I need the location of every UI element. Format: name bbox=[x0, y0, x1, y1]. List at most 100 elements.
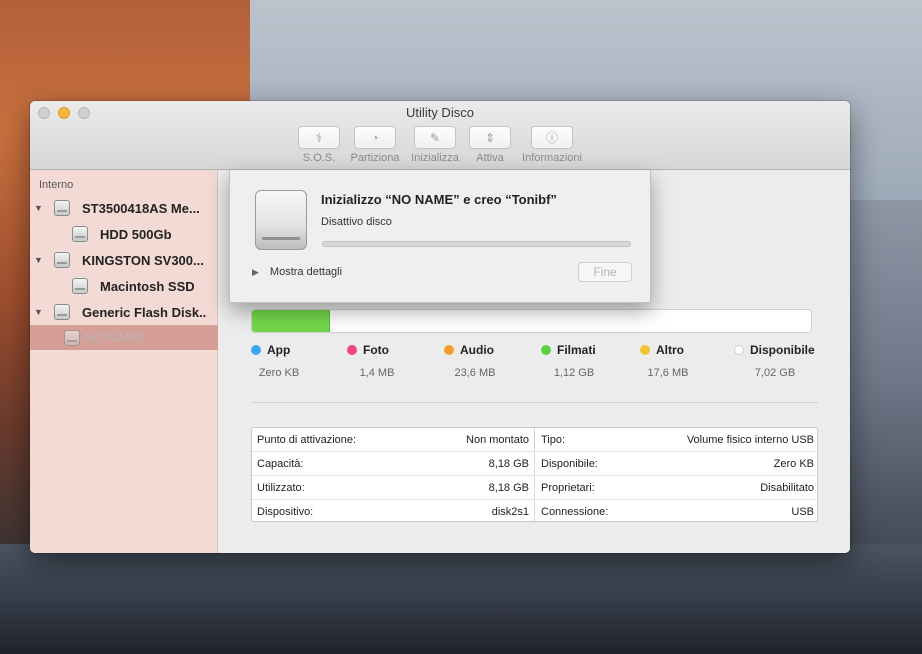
legend-name: Audio bbox=[460, 343, 494, 357]
show-details-toggle[interactable]: ▶ Mostra dettagli bbox=[252, 266, 342, 278]
info-value: 8,18 GB bbox=[488, 457, 529, 470]
legend-name: Disponibile bbox=[750, 343, 815, 357]
mount-label: Attiva bbox=[476, 152, 504, 164]
table-row: Punto di attivazione: Non montato bbox=[252, 428, 534, 452]
sos-button[interactable]: ⚕ S.O.S. bbox=[297, 126, 341, 164]
table-row: Capacità: 8,18 GB bbox=[252, 452, 534, 476]
info-value: USB bbox=[791, 506, 814, 518]
info-column-right: Tipo: Volume fisico interno USB Disponibi… bbox=[536, 428, 819, 521]
partition-label: Partiziona bbox=[350, 152, 400, 164]
erase-icon: ✎ bbox=[429, 130, 441, 145]
info-label: Disponibile: bbox=[541, 457, 598, 470]
info-label: Tipo: bbox=[541, 433, 566, 446]
legend-name: Altro bbox=[656, 343, 684, 357]
disclosure-triangle-icon[interactable]: ▼ bbox=[34, 307, 44, 317]
legend-disponibile: Disponibile 7,02 GB bbox=[734, 341, 816, 379]
done-button[interactable]: Fine bbox=[578, 262, 632, 282]
info-value: 8,18 GB bbox=[488, 481, 529, 494]
show-details-label: Mostra dettagli bbox=[269, 266, 343, 278]
table-row: Tipo: Volume fisico interno USB bbox=[536, 428, 819, 452]
info-label: Capacità: bbox=[257, 457, 304, 470]
partition-button[interactable]: ◔ Partiziona bbox=[348, 126, 402, 164]
table-row: Utilizzato: 8,18 GB bbox=[252, 476, 534, 500]
sidebar-item-label: HDD 500Gb bbox=[100, 226, 172, 242]
info-value: disk2s1 bbox=[491, 506, 529, 518]
disclosure-triangle-icon[interactable]: ▼ bbox=[34, 203, 44, 213]
info-table: Punto di attivazione: Non montato Capacit… bbox=[251, 427, 819, 522]
progress-bar bbox=[322, 241, 631, 247]
mount-button[interactable]: ⇕ Attiva bbox=[468, 126, 512, 164]
legend-dot bbox=[734, 345, 744, 355]
hard-disk-icon bbox=[54, 200, 70, 216]
usage-bar-fill bbox=[252, 310, 331, 332]
info-label: Connessione: bbox=[541, 506, 609, 518]
table-row: Disponibile: Zero KB bbox=[536, 452, 819, 476]
info-label: Punto di attivazione: bbox=[257, 433, 357, 446]
table-row: Dispositivo: disk2s1 bbox=[252, 500, 534, 524]
legend-dot bbox=[541, 345, 551, 355]
sidebar-item-label: NO NAME bbox=[84, 330, 145, 345]
table-row: Proprietari: Disabilitato bbox=[536, 476, 819, 500]
window-title: Utility Disco bbox=[406, 105, 474, 120]
volume-icon bbox=[64, 329, 80, 346]
info-value: Volume fisico interno USB bbox=[686, 433, 814, 446]
legend-dot bbox=[640, 345, 650, 355]
legend-dot bbox=[251, 345, 261, 355]
legend-foto: Foto 1,4 MB bbox=[347, 341, 407, 379]
legend-value: 1,4 MB bbox=[359, 367, 395, 379]
info-button[interactable]: ⓘ Informazioni bbox=[520, 126, 584, 164]
sos-label: S.O.S. bbox=[302, 152, 336, 164]
sidebar-item-label: ST3500418AS Me... bbox=[82, 200, 200, 216]
hard-disk-icon bbox=[72, 278, 88, 294]
disclosure-triangle-icon[interactable]: ▼ bbox=[34, 255, 44, 265]
sidebar-item-no-name[interactable]: NO NAME bbox=[30, 325, 218, 350]
info-label: Utilizzato: bbox=[257, 481, 305, 494]
info-label: Informazioni bbox=[522, 152, 582, 164]
erase-button[interactable]: ✎ Inizializza bbox=[409, 126, 461, 164]
sidebar-section-internal: Interno bbox=[39, 179, 74, 191]
hard-disk-icon bbox=[54, 252, 70, 268]
sidebar-item-label: Macintosh SSD bbox=[100, 278, 195, 294]
legend-value: 23,6 MB bbox=[454, 367, 496, 379]
sidebar-item-generic-flash-disk[interactable]: ▼ Generic Flash Disk... bbox=[30, 299, 218, 325]
info-icon: ⓘ bbox=[545, 131, 558, 145]
external-drive-icon bbox=[255, 190, 307, 250]
table-row: Connessione: USB bbox=[536, 500, 819, 524]
sidebar-item-label: KINGSTON SV300... bbox=[82, 252, 204, 268]
legend-filmati: Filmati 1,12 GB bbox=[541, 341, 607, 379]
sidebar: Interno ▼ ST3500418AS Me... HDD 500Gb ▼ … bbox=[30, 170, 218, 553]
legend-audio: Audio 23,6 MB bbox=[444, 341, 506, 379]
legend-value: 1,12 GB bbox=[553, 367, 595, 379]
disk-utility-window: Utility Disco ⚕ S.O.S. ◔ Partiziona ✎ In… bbox=[30, 101, 850, 553]
legend-value: Zero KB bbox=[258, 367, 300, 379]
legend-dot bbox=[444, 345, 454, 355]
erase-label: Inizializza bbox=[411, 152, 459, 164]
legend-app: App Zero KB bbox=[251, 341, 307, 379]
sheet-title: Inizializzo “NO NAME” e creo “Tonibf” bbox=[321, 192, 557, 207]
hard-disk-icon bbox=[54, 304, 70, 320]
sidebar-item-hdd-500gb[interactable]: HDD 500Gb bbox=[30, 221, 218, 247]
info-value: Non montato bbox=[466, 433, 529, 446]
sheet-status: Disattivo disco bbox=[321, 216, 392, 228]
usage-bar bbox=[251, 309, 812, 333]
titlebar: Utility Disco ⚕ S.O.S. ◔ Partiziona ✎ In… bbox=[30, 101, 850, 170]
desktop-wallpaper-valley bbox=[0, 544, 922, 654]
divider bbox=[251, 402, 818, 403]
info-column-left: Punto di attivazione: Non montato Capacit… bbox=[252, 428, 535, 521]
partition-icon: ◔ bbox=[371, 130, 379, 145]
legend-name: Filmati bbox=[557, 343, 596, 357]
disclosure-triangle-icon[interactable]: ▶ bbox=[252, 267, 259, 278]
legend-altro: Altro 17,6 MB bbox=[640, 341, 696, 379]
info-label: Proprietari: bbox=[541, 481, 595, 494]
legend-value: 7,02 GB bbox=[754, 367, 796, 379]
legend-name: App bbox=[267, 343, 291, 357]
info-label: Dispositivo: bbox=[257, 506, 314, 518]
sidebar-item-st3500418as[interactable]: ▼ ST3500418AS Me... bbox=[30, 195, 218, 221]
legend-dot bbox=[347, 345, 357, 355]
legend-value: 17,6 MB bbox=[647, 367, 689, 379]
sidebar-item-kingston[interactable]: ▼ KINGSTON SV300... bbox=[30, 247, 218, 273]
legend-name: Foto bbox=[363, 343, 389, 357]
erase-progress-sheet: Inizializzo “NO NAME” e creo “Tonibf” Di… bbox=[229, 170, 651, 303]
hard-disk-icon bbox=[72, 226, 88, 242]
sidebar-item-macintosh-ssd[interactable]: Macintosh SSD bbox=[30, 273, 218, 299]
